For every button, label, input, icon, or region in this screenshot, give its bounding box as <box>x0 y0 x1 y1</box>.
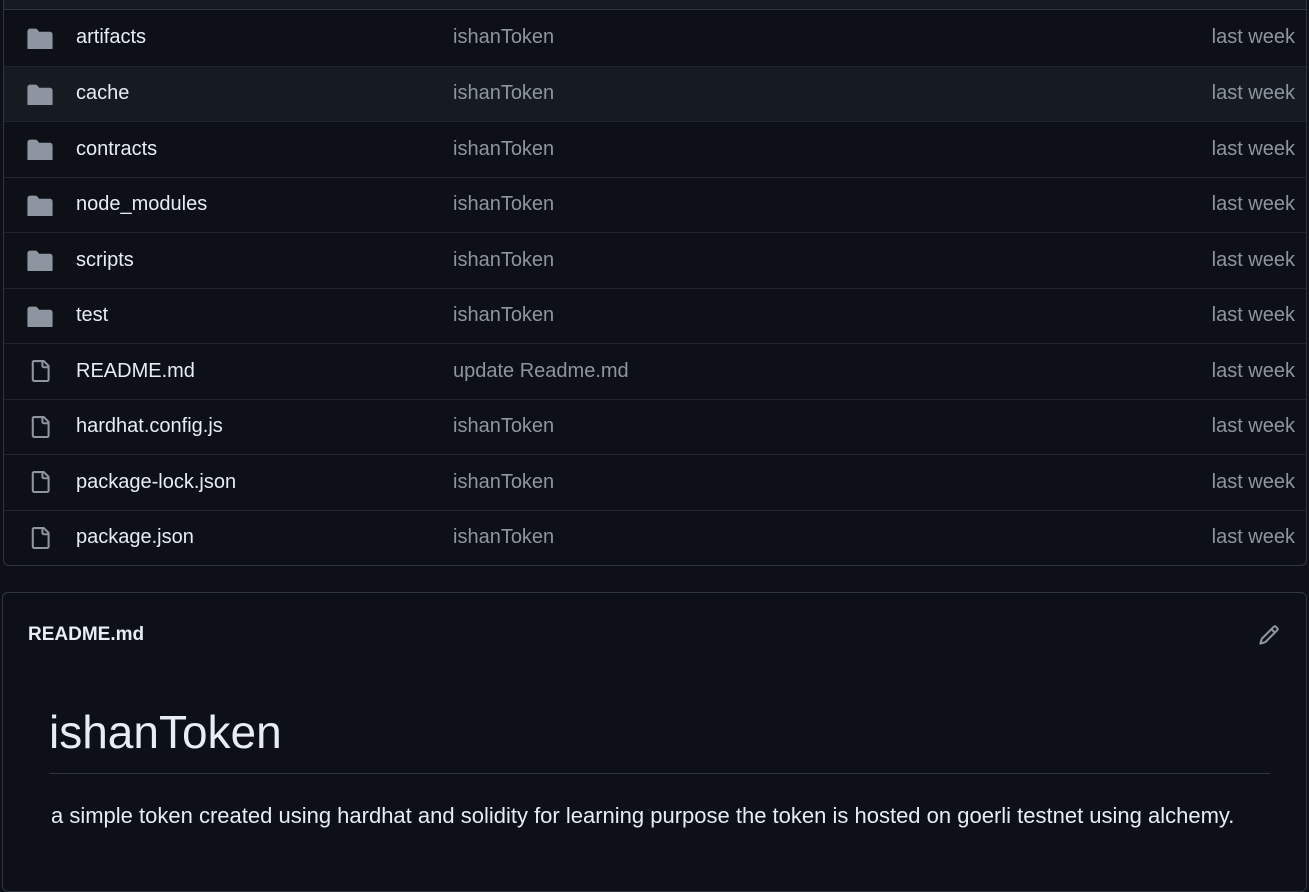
file-row[interactable]: test ishanToken last week <box>4 287 1306 344</box>
file-icon <box>26 413 54 441</box>
commit-message-link[interactable]: ishanToken <box>453 26 554 49</box>
file-row[interactable]: node_modules ishanToken last week <box>4 176 1306 233</box>
file-list: artifacts ishanToken last week cache ishanTo… <box>3 0 1307 566</box>
file-name-link[interactable]: hardhat.config.js <box>76 415 223 438</box>
pencil-icon <box>1259 625 1279 645</box>
readme-header: README.md <box>3 593 1306 675</box>
commit-message-link[interactable]: ishanToken <box>453 471 554 494</box>
file-name-link[interactable]: test <box>76 304 108 327</box>
file-icon <box>26 524 54 552</box>
commit-time: last week <box>1211 82 1295 105</box>
commit-time: last week <box>1211 470 1295 493</box>
readme-filename-link[interactable]: README.md <box>28 624 144 646</box>
file-name-link[interactable]: package-lock.json <box>76 471 236 494</box>
file-name-link[interactable]: scripts <box>76 249 134 272</box>
folder-icon <box>26 191 54 219</box>
commit-message-link[interactable]: ishanToken <box>453 304 554 327</box>
file-list-header-strip <box>4 0 1306 10</box>
folder-icon <box>26 302 54 330</box>
file-row[interactable]: package-lock.json ishanToken last week <box>4 454 1306 510</box>
commit-time: last week <box>1211 26 1295 49</box>
file-row[interactable]: contracts ishanToken last week <box>4 121 1306 177</box>
commit-time: last week <box>1211 304 1295 327</box>
file-name-link[interactable]: node_modules <box>76 193 207 216</box>
folder-icon <box>26 135 54 163</box>
file-row[interactable]: package.json ishanToken last week <box>4 509 1306 566</box>
edit-readme-button[interactable] <box>1254 620 1284 650</box>
folder-icon <box>26 24 54 52</box>
readme-title: ishanToken <box>49 703 1270 774</box>
file-row[interactable]: README.md update Readme.md last week <box>4 343 1306 399</box>
file-name-link[interactable]: package.json <box>76 526 194 549</box>
commit-time: last week <box>1211 359 1295 382</box>
file-name-link[interactable]: README.md <box>76 360 195 383</box>
commit-message-link[interactable]: ishanToken <box>453 82 554 105</box>
folder-icon <box>26 80 54 108</box>
readme-description: a simple token created using hardhat and… <box>51 803 1235 828</box>
commit-message-link[interactable]: ishanToken <box>453 249 554 272</box>
file-row[interactable]: cache ishanToken last week <box>4 65 1306 121</box>
commit-message-link[interactable]: update Readme.md <box>453 360 629 383</box>
commit-time: last week <box>1211 137 1295 160</box>
file-icon <box>26 357 54 385</box>
commit-message-link[interactable]: ishanToken <box>453 193 554 216</box>
folder-icon <box>26 246 54 274</box>
commit-time: last week <box>1211 526 1295 549</box>
commit-message-link[interactable]: ishanToken <box>453 415 554 438</box>
file-row[interactable]: hardhat.config.js ishanToken last week <box>4 398 1306 455</box>
commit-message-link[interactable]: ishanToken <box>453 526 554 549</box>
commit-time: last week <box>1211 415 1295 438</box>
file-row[interactable]: scripts ishanToken last week <box>4 232 1306 288</box>
file-name-link[interactable]: cache <box>76 82 129 105</box>
file-name-link[interactable]: contracts <box>76 138 157 161</box>
commit-time: last week <box>1211 248 1295 271</box>
file-list-rows: artifacts ishanToken last week cache ishanTo… <box>4 10 1306 565</box>
file-name-link[interactable]: artifacts <box>76 26 146 49</box>
file-icon <box>26 468 54 496</box>
commit-message-link[interactable]: ishanToken <box>453 138 554 161</box>
commit-time: last week <box>1211 193 1295 216</box>
file-row[interactable]: artifacts ishanToken last week <box>4 10 1306 66</box>
